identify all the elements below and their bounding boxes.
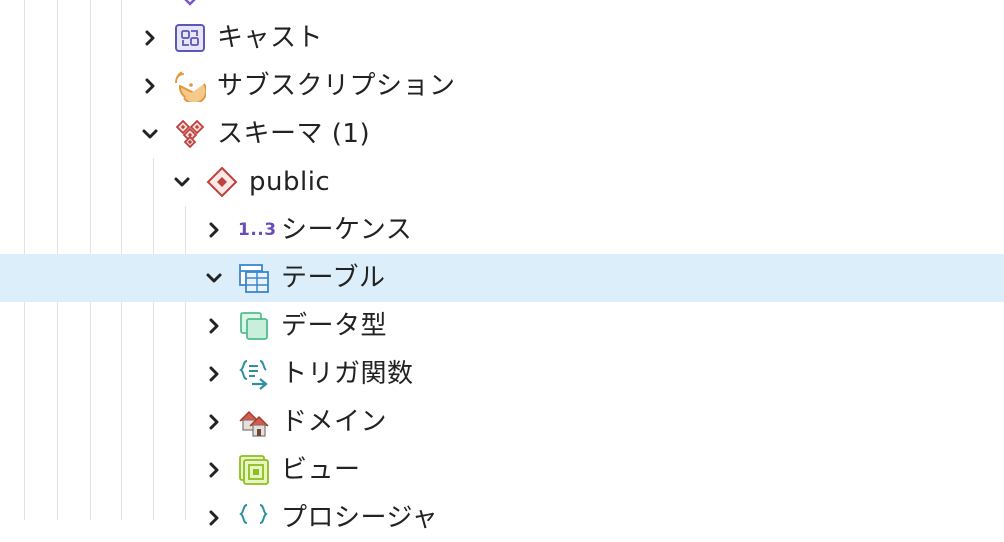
chevron-right-icon[interactable] [202,458,226,482]
tree-row-procedures[interactable]: プロシージャ [0,494,1004,542]
tree-row-schemas[interactable]: スキーマ (1) [0,110,1004,158]
tree-item-label: プロシージャ [281,503,439,533]
chevron-right-icon[interactable] [138,0,162,2]
partial-icon [184,0,196,6]
tree-item-label: データ型 [281,311,388,341]
tree-row-subscriptions[interactable]: サブスクリプション [0,62,1004,110]
tree-row-casts[interactable]: キャスト [0,14,1004,62]
chevron-down-icon[interactable] [138,122,162,146]
tree-row-public[interactable]: public [0,158,1004,206]
tree-item-label: キャスト [217,23,324,53]
sequence-icon: 1..3 [238,220,277,240]
trigger-function-icon [239,360,268,390]
tree-item-label: スキーマ (1) [217,119,371,149]
tree-row-types[interactable]: データ型 [0,302,1004,350]
procedure-icon [239,504,268,524]
datatype-icon [240,312,268,340]
chevron-right-icon[interactable] [202,506,226,530]
tree-item-label: サブスクリプション [217,71,456,101]
schema-icon [206,166,238,198]
tree-item-label: テーブル [281,263,386,293]
tree-item-label: ビュー [281,455,361,485]
tree-item-label: ドメイン [281,407,388,437]
tree-row-trigger-functions[interactable]: トリガ関数 [0,350,1004,398]
tree-row-tables[interactable]: テーブル [0,254,1004,302]
chevron-down-icon[interactable] [202,266,226,290]
tree-item-label: トリガ関数 [281,359,414,389]
tree-row-views[interactable]: ビュー [0,446,1004,494]
chevron-right-icon[interactable] [138,26,162,50]
tree-row-partial[interactable] [0,0,1004,14]
domain-icon [239,410,269,437]
chevron-right-icon[interactable] [202,410,226,434]
tree-row-sequences[interactable]: 1..3 シーケンス [0,206,1004,254]
table-icon [239,264,269,293]
tree-item-label: シーケンス [281,215,413,245]
schemas-icon [175,119,205,149]
tree-item-label: public [249,167,331,197]
chevron-down-icon[interactable] [170,170,194,194]
tree-row-domains[interactable]: ドメイン [0,398,1004,446]
view-icon [239,455,269,485]
chevron-right-icon[interactable] [138,74,162,98]
chevron-right-icon[interactable] [202,314,226,338]
chevron-right-icon[interactable] [202,362,226,386]
subscription-icon [175,71,206,102]
chevron-right-icon[interactable] [202,218,226,242]
cast-icon [175,24,205,52]
